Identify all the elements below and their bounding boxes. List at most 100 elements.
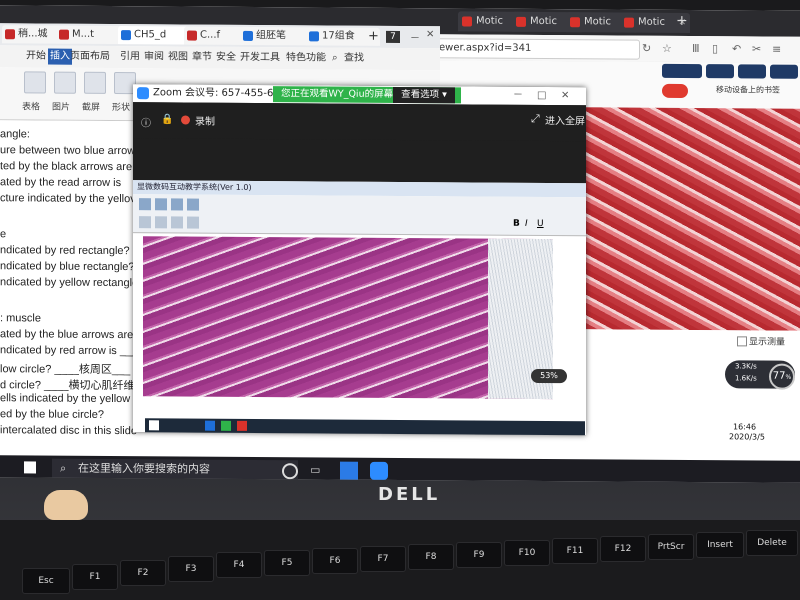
- doc-line: ndicated by blue rectangle?: [0, 260, 135, 274]
- shape-button[interactable]: 形状: [112, 100, 130, 113]
- bold-icon[interactable]: B: [513, 219, 520, 229]
- key-insert[interactable]: Insert: [696, 532, 744, 558]
- pointer-icon[interactable]: [139, 216, 151, 229]
- toolbar-button[interactable]: [738, 64, 766, 79]
- close-icon[interactable]: ✕: [426, 29, 434, 40]
- menu-section[interactable]: 章节: [192, 50, 212, 66]
- zoom-app-icon[interactable]: [370, 461, 388, 480]
- key-f4[interactable]: F4: [216, 552, 262, 578]
- windows-start-icon[interactable]: [24, 461, 36, 474]
- info-icon[interactable]: ⓘ: [141, 114, 151, 129]
- menu-review[interactable]: 审阅: [144, 49, 164, 65]
- mobile-bookmarks-label[interactable]: 移动设备上的书签: [716, 84, 780, 95]
- toolbar-button[interactable]: [662, 63, 702, 79]
- doc-line: : muscle: [0, 312, 41, 325]
- doc-tab-label: 17组食: [322, 30, 355, 42]
- search-placeholder: 在这里输入你要搜索的内容: [78, 461, 210, 476]
- tab-count-badge[interactable]: 7: [386, 30, 400, 43]
- menu-layout[interactable]: 页面布局: [70, 49, 110, 65]
- record-label[interactable]: 录制: [195, 113, 215, 128]
- browser-tab-label: Motic: [638, 16, 665, 28]
- key-delete[interactable]: Delete: [746, 530, 798, 556]
- table-button[interactable]: 表格: [22, 99, 40, 112]
- keyboard: Esc F1 F2 F3 F4 F5 F6 F7 F8 F9 F10 F11 F…: [0, 520, 800, 600]
- app-icon: [205, 420, 215, 431]
- undo-icon[interactable]: ↶: [732, 42, 741, 55]
- star-icon[interactable]: ☆: [662, 42, 672, 55]
- screenshot-button[interactable]: 截屏: [82, 100, 100, 113]
- cut-icon[interactable]: ✂: [752, 42, 761, 55]
- laptop-screen: Motic ✕ Motic ✕ Motic ✕ Motic ✕ + ewer.a…: [0, 5, 800, 483]
- clock-date: 2020/3/5: [729, 432, 765, 442]
- motic-toolbar: B I U: [133, 194, 586, 237]
- key-prtscr[interactable]: PrtScr: [648, 534, 694, 560]
- menu-icon[interactable]: ≡: [772, 43, 781, 56]
- motic-icon: [462, 16, 472, 27]
- doc-tab-label: 稍...城: [18, 28, 48, 40]
- close-icon[interactable]: ✕: [561, 87, 569, 105]
- key-esc[interactable]: Esc: [22, 568, 70, 594]
- key-f6[interactable]: F6: [312, 548, 358, 574]
- net-down-text: 1.6K/s: [735, 374, 757, 383]
- maximize-icon[interactable]: □: [537, 87, 546, 105]
- key-f11[interactable]: F11: [552, 538, 598, 564]
- new-tab-plus-icon[interactable]: +: [368, 29, 379, 44]
- menu-security[interactable]: 安全: [216, 50, 236, 66]
- fullscreen-label[interactable]: 进入全屏: [545, 112, 585, 127]
- key-f7[interactable]: F7: [360, 546, 406, 572]
- menu-view[interactable]: 视图: [168, 49, 188, 65]
- key-f1[interactable]: F1: [72, 564, 118, 590]
- italic-icon[interactable]: I: [525, 219, 528, 229]
- search-icon[interactable]: ⌕: [332, 51, 338, 67]
- minimize-icon[interactable]: －: [513, 87, 523, 105]
- taskbar-search[interactable]: ⌕ 在这里输入你要搜索的内容: [52, 458, 298, 481]
- key-f12[interactable]: F12: [600, 536, 646, 562]
- picture-button[interactable]: 图片: [52, 100, 70, 113]
- screenshot-icon[interactable]: [84, 71, 106, 94]
- lock-icon[interactable]: 🔒: [161, 114, 173, 125]
- cortana-icon[interactable]: [282, 463, 298, 480]
- browser-tab-label: Motic: [530, 15, 557, 28]
- ellipse-icon[interactable]: [187, 216, 199, 229]
- table-icon[interactable]: [24, 71, 46, 94]
- search-label[interactable]: 查找: [344, 51, 364, 67]
- library-icon[interactable]: Ⅲ: [692, 42, 700, 55]
- refresh-icon[interactable]: ↻: [642, 42, 651, 55]
- picture-icon[interactable]: [54, 71, 76, 94]
- doc-line: angle:: [0, 128, 30, 141]
- system-monitor-widget[interactable]: 3.3K/s 1.6K/s 77%: [725, 360, 795, 390]
- menu-home[interactable]: 开始: [26, 48, 46, 64]
- zoom-in-icon[interactable]: [187, 198, 199, 211]
- key-f2[interactable]: F2: [120, 560, 166, 586]
- new-tab-button[interactable]: +: [676, 13, 688, 29]
- line-icon[interactable]: [155, 216, 167, 229]
- view-options-button[interactable]: 查看选项 ▾: [393, 86, 455, 104]
- print-icon[interactable]: [171, 198, 183, 211]
- zoom-meeting-id: Zoom 会议号: 657-455-6484: [153, 87, 293, 100]
- open-icon[interactable]: [139, 198, 151, 211]
- underline-icon[interactable]: U: [537, 219, 544, 229]
- show-measure-checkbox[interactable]: [737, 336, 747, 347]
- motic-icon: [516, 16, 526, 27]
- menu-developer[interactable]: 开发工具: [240, 50, 280, 66]
- toolbar-button[interactable]: [706, 64, 734, 79]
- menu-features[interactable]: 特色功能: [286, 50, 326, 66]
- key-f3[interactable]: F3: [168, 556, 214, 582]
- key-f9[interactable]: F9: [456, 542, 502, 568]
- menu-reference[interactable]: 引用: [120, 49, 140, 65]
- key-f5[interactable]: F5: [264, 550, 310, 576]
- sogou-s-icon[interactable]: [662, 83, 688, 99]
- menu-insert[interactable]: 插入: [48, 48, 72, 65]
- save-icon[interactable]: [155, 198, 167, 211]
- minimize-icon[interactable]: －: [410, 29, 420, 44]
- record-icon[interactable]: [181, 115, 190, 125]
- key-f8[interactable]: F8: [408, 544, 454, 570]
- sidebar-icon[interactable]: ▯: [712, 42, 718, 55]
- toolbar-button[interactable]: [770, 64, 798, 79]
- fullscreen-icon[interactable]: ⤢: [531, 112, 540, 126]
- key-f10[interactable]: F10: [504, 540, 550, 566]
- url-field[interactable]: ewer.aspx?id=341: [434, 38, 640, 60]
- work-app-icon[interactable]: [340, 461, 358, 480]
- rect-icon[interactable]: [171, 216, 183, 229]
- task-view-icon[interactable]: ▭: [310, 463, 320, 476]
